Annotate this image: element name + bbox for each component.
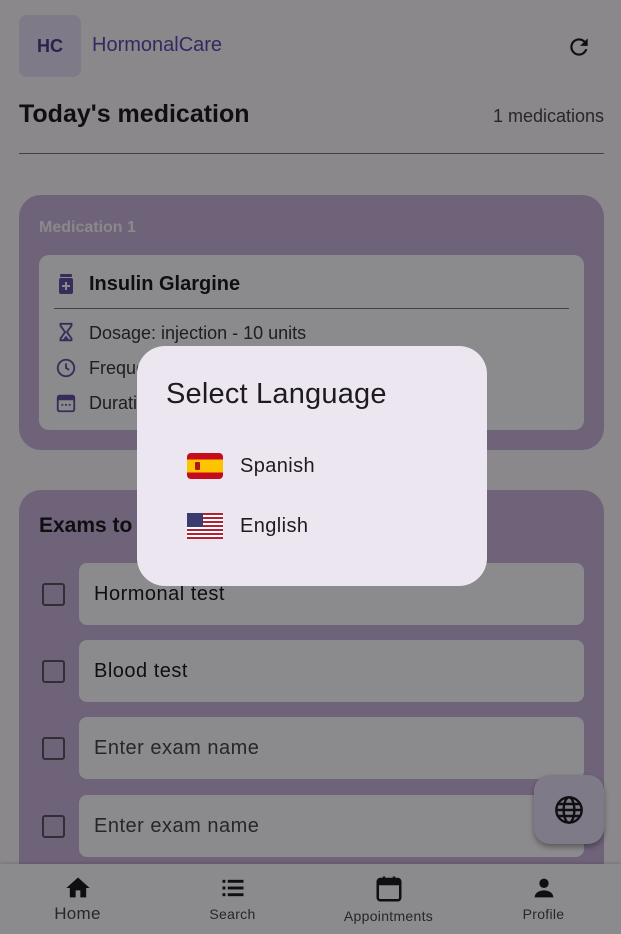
dialog-title: Select Language xyxy=(166,378,387,410)
language-label: Spanish xyxy=(240,454,316,477)
language-option-english[interactable]: English xyxy=(187,504,447,548)
language-option-spanish[interactable]: Spanish xyxy=(187,444,447,488)
language-label: English xyxy=(240,514,309,537)
us-flag-icon xyxy=(187,513,223,539)
language-dialog: Select Language Spanish English xyxy=(137,346,487,586)
spain-flag-icon xyxy=(187,453,223,479)
